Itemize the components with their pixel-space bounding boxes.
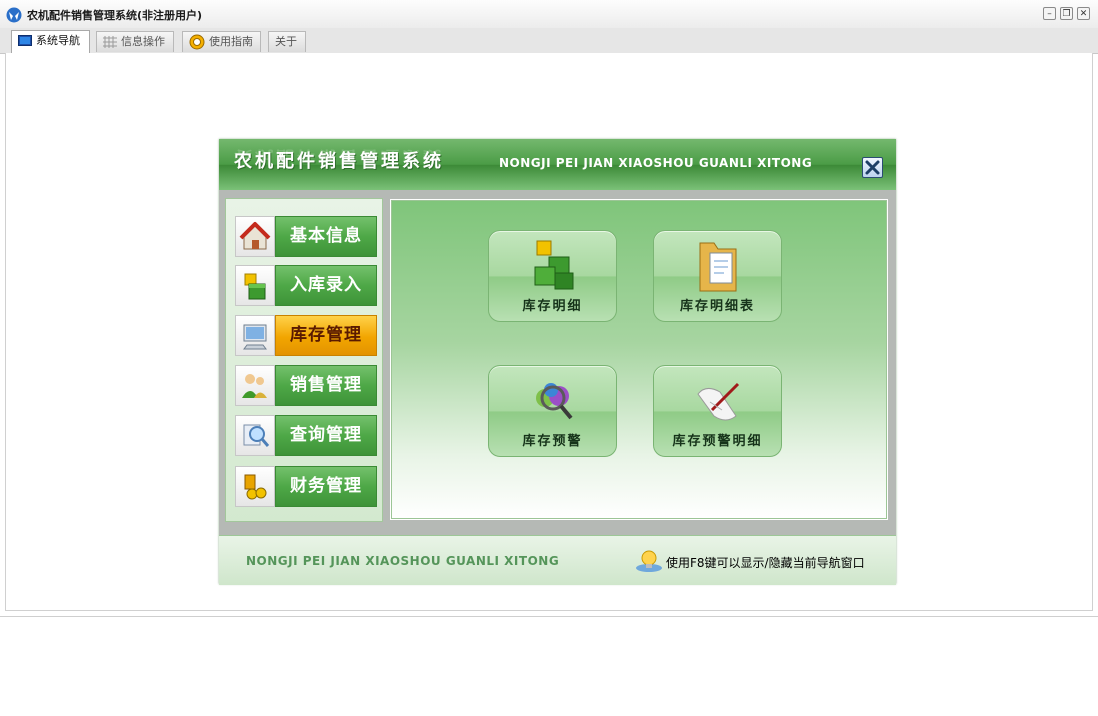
menu-label: 查询管理 (275, 415, 377, 456)
tab-label: 系统导航 (36, 34, 80, 47)
tab-user-guide[interactable]: 使用指南 (182, 31, 261, 52)
feature-button-inventory-detail[interactable]: 库存明细 (488, 230, 617, 322)
menu-item-inventory[interactable]: 库存管理 (235, 315, 377, 356)
folder-documents-icon (699, 242, 737, 292)
tab-label: 信息操作 (121, 35, 165, 48)
lifebuoy-icon (189, 34, 205, 50)
feature-button-inventory-warning[interactable]: 库存预警 (488, 365, 617, 457)
search-globe-icon (536, 383, 573, 420)
menu-item-basic-info[interactable]: 基本信息 (235, 216, 377, 257)
menu-item-stock-entry[interactable]: 入库录入 (235, 265, 377, 306)
feature-label: 库存预警明细 (672, 434, 763, 449)
footer-hint: 使用F8键可以显示/隐藏当前导航窗口 (635, 549, 889, 573)
lightbulb-icon (636, 550, 662, 572)
navigation-close-button[interactable] (862, 157, 883, 178)
tab-label: 关于 (275, 35, 297, 48)
window-title: 农机配件销售管理系统(非注册用户) (27, 9, 203, 22)
menu-icon-box (235, 216, 275, 257)
feature-label: 库存预警 (522, 434, 583, 449)
close-button[interactable]: ✕ (1077, 7, 1090, 20)
feature-button-inventory-warning-detail[interactable]: 库存预警明细 (653, 365, 782, 457)
navigation-header: 农机配件销售管理系统 农机配件销售管理系统 NONGJI PEI JIAN XI… (219, 139, 896, 190)
feature-button-inventory-detail-table[interactable]: 库存明细表 (653, 230, 782, 322)
menu-icon-box (235, 265, 275, 306)
navigation-subtitle: NONGJI PEI JIAN XIAOSHOU GUANLI XITONG (499, 156, 813, 170)
navigation-body: 基本信息 入库录入 库存管理 销售管理 查询管理 财务管理 库存明细 库存明细表… (219, 190, 896, 535)
menu-label: 财务管理 (275, 466, 377, 507)
feature-panel: 库存明细 库存明细表 库存预警 库存预警明细 (390, 199, 888, 520)
navigation-menu: 基本信息 入库录入 库存管理 销售管理 查询管理 财务管理 (225, 198, 383, 522)
menu-icon-box (235, 315, 275, 356)
tab-about[interactable]: 关于 (268, 31, 306, 52)
user-group-icon (242, 374, 267, 398)
minimize-button[interactable]: – (1043, 7, 1056, 20)
tab-bar: 系统导航 信息操作 使用指南 关于 (0, 28, 1098, 54)
menu-label: 入库录入 (275, 265, 377, 306)
grid-icon (103, 36, 117, 48)
footer-brand: NONGJI PEI JIAN XIAOSHOU GUANLI XITONG (246, 554, 560, 568)
restore-icon: ❐ (1062, 9, 1071, 19)
navigation-title-reflection: 农机配件销售管理系统 (234, 148, 444, 161)
footer-hint-text: 使用F8键可以显示/隐藏当前导航窗口 (666, 556, 865, 570)
coins-icon (244, 474, 267, 500)
feature-label: 库存明细 (522, 299, 583, 314)
tab-system-navigation[interactable]: 系统导航 (11, 30, 90, 53)
menu-icon-box (235, 365, 275, 406)
computer-icon (243, 324, 267, 350)
menu-item-query[interactable]: 查询管理 (235, 415, 377, 456)
boxes-icon (244, 273, 266, 300)
navigation-window: 农机配件销售管理系统 农机配件销售管理系统 NONGJI PEI JIAN XI… (219, 139, 896, 585)
close-icon (865, 160, 880, 175)
menu-icon-box (235, 466, 275, 507)
menu-label: 基本信息 (275, 216, 377, 257)
menu-label: 库存管理 (275, 315, 377, 356)
app-logo-icon (6, 7, 22, 23)
menu-label: 销售管理 (275, 365, 377, 406)
menu-icon-box (235, 415, 275, 456)
scroll-pen-icon (697, 382, 740, 421)
magnifier-icon (243, 424, 270, 447)
monitor-icon (18, 35, 32, 46)
house-icon (239, 222, 271, 250)
restore-button[interactable]: ❐ (1060, 7, 1073, 20)
feature-label: 库存明细表 (679, 299, 755, 314)
navigation-footer: NONGJI PEI JIAN XIAOSHOU GUANLI XITONG 使… (219, 535, 896, 585)
menu-item-sales[interactable]: 销售管理 (235, 365, 377, 406)
close-icon: ✕ (1079, 9, 1088, 19)
title-bar: 农机配件销售管理系统(非注册用户) – ❐ ✕ (0, 0, 1098, 29)
tab-info-operation[interactable]: 信息操作 (96, 31, 174, 52)
tab-label: 使用指南 (209, 35, 253, 48)
green-cubes-icon (534, 240, 574, 290)
minimize-icon: – (1047, 9, 1052, 19)
menu-item-finance[interactable]: 财务管理 (235, 466, 377, 507)
